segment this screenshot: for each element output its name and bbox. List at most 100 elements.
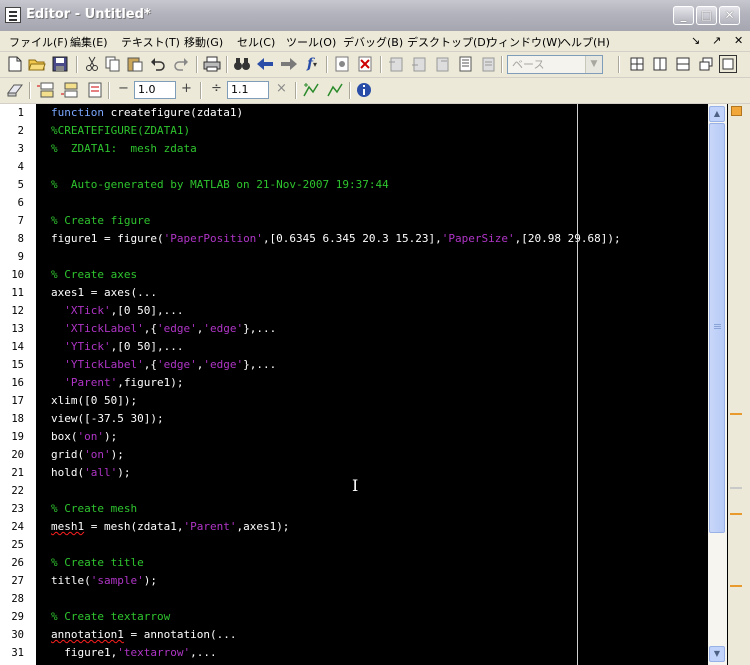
- minimize-button[interactable]: _: [673, 6, 694, 25]
- print-icon[interactable]: [203, 55, 221, 73]
- warning-marker[interactable]: [730, 513, 742, 515]
- dock-icon[interactable]: ↗: [712, 34, 721, 47]
- evaluate-cell-icon[interactable]: [36, 81, 54, 99]
- menu-debug[interactable]: デバッグ(B): [343, 34, 403, 50]
- tile-vertical-icon[interactable]: [651, 55, 669, 73]
- toolbar-separator: [326, 56, 328, 73]
- code-line[interactable]: view([-37.5 30]);: [51, 410, 164, 428]
- warning-marker[interactable]: [730, 585, 742, 587]
- menu-window[interactable]: ウィンドウ(W): [487, 34, 561, 50]
- eraser-icon[interactable]: [6, 81, 24, 99]
- line-number: 6: [17, 197, 24, 209]
- code-line[interactable]: hold('all');: [51, 464, 131, 482]
- code-line[interactable]: % ZDATA1: mesh zdata: [51, 140, 197, 158]
- code-line[interactable]: title('sample');: [51, 572, 157, 590]
- code-line[interactable]: function createfigure(zdata1): [51, 104, 243, 122]
- scroll-up-button[interactable]: ▲: [709, 106, 725, 122]
- tile-grid-icon[interactable]: [628, 55, 646, 73]
- info-marker[interactable]: [730, 487, 742, 489]
- vertical-scrollbar[interactable]: ▲ ▼: [708, 104, 727, 665]
- float-window-icon[interactable]: [697, 55, 715, 73]
- new-file-icon[interactable]: [6, 55, 24, 73]
- code-editor[interactable]: 1 2 3 4 5 6 7 8 9 10 11 12 13 14 15 16 17 18 19 20 21 22 23 24 2…: [0, 104, 732, 665]
- warning-marker[interactable]: [730, 413, 742, 415]
- evaluate-advance-icon[interactable]: [60, 81, 78, 99]
- increment-button[interactable]: +: [181, 81, 192, 96]
- mlint-status-indicator[interactable]: [731, 106, 742, 116]
- line-number: 23: [11, 503, 24, 515]
- code-line[interactable]: % Create mesh: [51, 500, 137, 518]
- info-icon[interactable]: [355, 81, 373, 99]
- comment-token: % ZDATA1: mesh zdata: [51, 142, 197, 155]
- code-line[interactable]: 'YTickLabel',{'edge','edge'},...: [51, 356, 276, 374]
- cell-value-input-2[interactable]: 1.1: [227, 81, 269, 99]
- code-line[interactable]: 'XTick',[0 50],...: [51, 302, 183, 320]
- menu-cell[interactable]: セル(C): [237, 34, 275, 50]
- code-line[interactable]: 'Parent',figure1);: [51, 374, 183, 392]
- maximize-button[interactable]: □: [696, 6, 717, 25]
- function-icon[interactable]: f ▾: [303, 55, 321, 73]
- code-line[interactable]: % Create title: [51, 554, 144, 572]
- copy-icon[interactable]: [104, 55, 122, 73]
- tile-horizontal-icon[interactable]: [674, 55, 692, 73]
- code-line[interactable]: 'YTick',[0 50],...: [51, 338, 183, 356]
- scroll-down-button[interactable]: ▼: [709, 646, 725, 662]
- code-line[interactable]: grid('on');: [51, 446, 124, 464]
- code-line[interactable]: mesh1 = mesh(zdata1,'Parent',axes1);: [51, 518, 289, 536]
- code-line[interactable]: xlim([0 50]);: [51, 392, 137, 410]
- code-line[interactable]: % Create axes: [51, 266, 137, 284]
- paste-icon[interactable]: [126, 55, 144, 73]
- clear-breakpoints-icon[interactable]: [356, 55, 374, 73]
- menu-edit[interactable]: 編集(E): [70, 34, 108, 50]
- code-line[interactable]: annotation1 = annotation(...: [51, 626, 236, 644]
- string-token: 'Parent': [183, 520, 237, 533]
- code-line[interactable]: % Create figure: [51, 212, 150, 230]
- exit-debug-icon[interactable]: [479, 55, 497, 73]
- open-folder-icon[interactable]: [28, 55, 46, 73]
- decrement-button[interactable]: −: [118, 81, 129, 96]
- code-token: );: [104, 430, 118, 443]
- find-binoculars-icon[interactable]: [233, 55, 251, 73]
- code-line[interactable]: figure1 = figure('PaperPosition',[0.6345…: [51, 230, 621, 248]
- cell-value-input-1[interactable]: 1.0: [134, 81, 176, 99]
- code-line[interactable]: %CREATEFIGURE(ZDATA1): [51, 122, 190, 140]
- menu-tools[interactable]: ツール(O): [286, 34, 336, 50]
- undock-icon[interactable]: ↘: [691, 34, 700, 47]
- scroll-thumb[interactable]: [709, 123, 725, 533]
- evaluate-file-icon[interactable]: [84, 81, 102, 99]
- code-line[interactable]: % Auto-generated by MATLAB on 21-Nov-200…: [51, 176, 389, 194]
- maximize-doc-icon[interactable]: [719, 55, 737, 73]
- menu-help[interactable]: ヘルプ(H): [560, 34, 610, 50]
- insert-cell-icon[interactable]: [302, 81, 320, 99]
- menu-text[interactable]: テキスト(T): [121, 34, 180, 50]
- toolbar-separator: [501, 56, 503, 73]
- redo-icon[interactable]: [172, 55, 190, 73]
- line-number: 5: [17, 179, 24, 191]
- forward-arrow-icon[interactable]: [280, 55, 298, 73]
- close-document-icon[interactable]: ✕: [734, 34, 743, 47]
- cut-icon[interactable]: [83, 55, 101, 73]
- code-line[interactable]: % Create textarrow: [51, 608, 170, 626]
- step-icon[interactable]: [387, 55, 405, 73]
- code-line[interactable]: box('on');: [51, 428, 117, 446]
- code-line[interactable]: 'XTickLabel',{'edge','edge'},...: [51, 320, 276, 338]
- step-in-icon[interactable]: [410, 55, 428, 73]
- menu-file[interactable]: ファイル(F): [9, 34, 68, 50]
- toolbar-separator: [226, 56, 228, 73]
- step-out-icon[interactable]: [433, 55, 451, 73]
- divide-button[interactable]: ÷: [211, 81, 222, 96]
- save-icon[interactable]: [51, 55, 69, 73]
- back-arrow-icon[interactable]: [256, 55, 274, 73]
- insert-cell-menu-icon[interactable]: [326, 81, 344, 99]
- stack-select[interactable]: ベース ▼: [507, 55, 603, 74]
- close-button[interactable]: ✕: [719, 6, 740, 25]
- multiply-button[interactable]: ×: [276, 81, 287, 96]
- menu-go[interactable]: 移動(G): [184, 34, 223, 50]
- undo-icon[interactable]: [149, 55, 167, 73]
- code-line[interactable]: axes1 = axes(...: [51, 284, 157, 302]
- menu-desktop[interactable]: デスクトップ(D): [407, 34, 490, 50]
- set-breakpoint-icon[interactable]: [333, 55, 351, 73]
- continue-icon[interactable]: [456, 55, 474, 73]
- code-line[interactable]: figure1,'textarrow',...: [51, 644, 216, 662]
- line-number: 22: [11, 485, 24, 497]
